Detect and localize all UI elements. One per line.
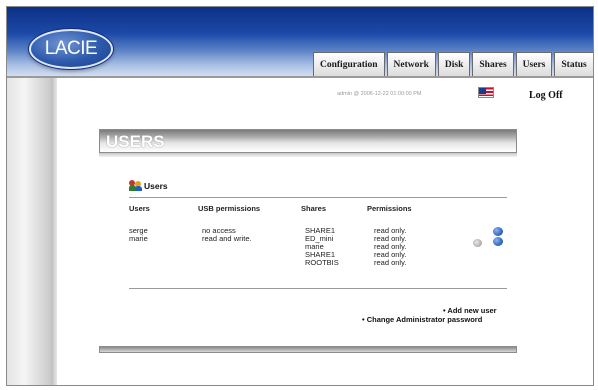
delete-user-marie-icon[interactable] [473,239,482,247]
add-new-user-link[interactable]: • Add new user [443,306,497,315]
session-info: admin @ 2006-12-22 01:00:00 PM [337,91,422,97]
page-title: USERS [106,132,165,151]
left-sidebar [7,78,51,385]
main-tabs: Configuration Network Disk Shares Users … [313,52,593,76]
share-marie-4: ROOTBIS [305,258,339,267]
us-flag-icon[interactable] [478,87,494,98]
tab-network[interactable]: Network [386,52,436,76]
tab-users[interactable]: Users [515,52,553,76]
users-icon [129,180,142,191]
user-name-marie: marie [129,234,148,243]
log-off-link[interactable]: Log Off [529,90,563,101]
header-banner: LACIE Configuration Network Disk Shares … [7,7,593,77]
column-header-permissions: Permissions [367,204,412,213]
column-header-shares: Shares [301,204,327,213]
column-header-usb-permissions: USB permissions [198,204,261,213]
users-section-heading: Users [129,180,168,191]
edit-user-serge-icon[interactable] [493,227,503,236]
app-window: LACIE Configuration Network Disk Shares … [6,6,594,386]
tab-disk[interactable]: Disk [437,52,471,76]
tab-status[interactable]: Status [554,52,593,76]
tab-divider [7,76,593,78]
lacie-logo: LACIE [29,29,113,69]
divider-bottom [129,288,507,289]
page-title-bar: USERS [99,129,517,153]
usb-permission-marie: read and write. [202,234,252,243]
bottom-bar [99,346,517,353]
column-header-users: Users [129,204,150,213]
tab-configuration[interactable]: Configuration [313,52,385,76]
permission-marie-4: read only. [374,258,407,267]
logo-text: LACIE [44,38,98,59]
divider-top [129,197,507,198]
title-shadow [99,153,517,157]
sidebar-edge [51,78,57,385]
change-admin-password-link[interactable]: • Change Administrator password [362,315,482,324]
edit-user-marie-icon[interactable] [493,237,503,246]
users-heading-label: Users [144,180,168,191]
tab-shares[interactable]: Shares [472,52,514,76]
